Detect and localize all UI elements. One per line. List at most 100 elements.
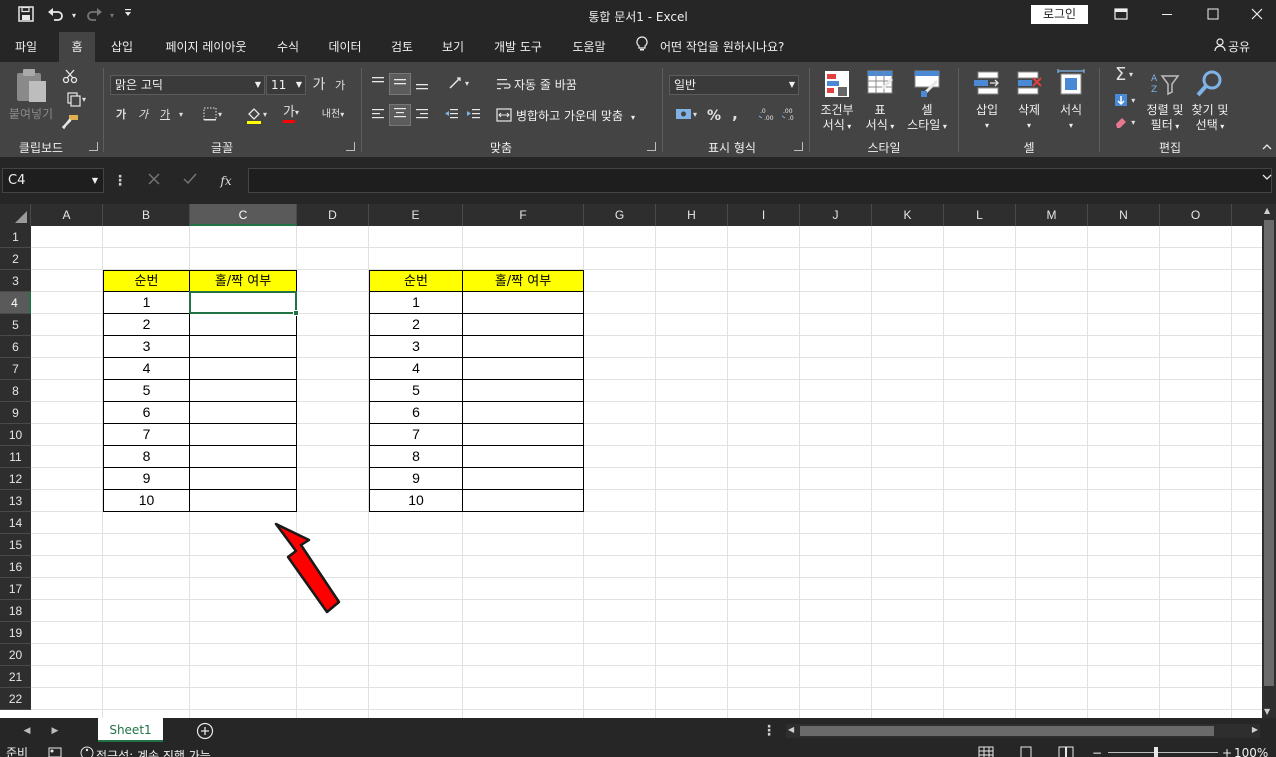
zoom-in-icon[interactable]: +	[1222, 746, 1232, 757]
bold-button[interactable]: 가	[114, 106, 128, 124]
increase-indent-icon[interactable]	[465, 106, 483, 128]
sequence-number-cell[interactable]: 1	[369, 292, 463, 314]
row-header[interactable]: 16	[0, 556, 31, 578]
sequence-number-cell[interactable]: 3	[369, 336, 463, 358]
accessibility-status[interactable]: 접근성: 계속 진행 가능	[80, 746, 211, 757]
shrink-font-button[interactable]: 가	[333, 77, 347, 95]
column-header[interactable]: O	[1160, 204, 1232, 226]
share-button[interactable]: 공유	[1214, 32, 1250, 62]
horizontal-scrollbar[interactable]: ◀ ▶	[786, 724, 1260, 738]
column-header[interactable]: E	[369, 204, 463, 226]
sequence-number-cell[interactable]: 6	[369, 402, 463, 424]
odd-even-result-cell[interactable]	[190, 424, 297, 446]
column-header[interactable]: C	[190, 204, 297, 226]
prev-sheet-icon[interactable]: ◀	[20, 722, 34, 740]
row-header[interactable]: 18	[0, 600, 31, 622]
row-header[interactable]: 8	[0, 380, 31, 402]
insert-function-button[interactable]: fx	[216, 172, 236, 190]
comma-style-button[interactable]: ,	[728, 105, 742, 123]
active-cell-selection[interactable]	[189, 291, 297, 314]
alignment-launcher-icon[interactable]	[647, 142, 656, 151]
font-size-dropdown[interactable]: 11 ▼	[266, 75, 306, 95]
page-layout-view-icon[interactable]	[1018, 746, 1036, 757]
tab-view[interactable]: 보기	[433, 32, 473, 62]
font-name-dropdown[interactable]: 맑은 고딕 ▼	[110, 75, 265, 95]
vertical-scrollbar[interactable]: ▲ ▼	[1262, 204, 1276, 718]
close-icon[interactable]	[1234, 0, 1276, 30]
column-header[interactable]: M	[1016, 204, 1088, 226]
delete-cells-button[interactable]: 삭제 ▾	[1008, 68, 1050, 133]
fill-handle[interactable]	[293, 310, 299, 316]
zoom-slider[interactable]	[1108, 752, 1218, 753]
sequence-number-cell[interactable]: 1	[103, 292, 190, 314]
row-header[interactable]: 3	[0, 270, 31, 292]
odd-even-result-cell[interactable]	[190, 446, 297, 468]
cell-styles-button[interactable]: 셀 스타일 ▾	[900, 68, 954, 134]
minimize-icon[interactable]	[1144, 0, 1190, 30]
odd-even-result-cell[interactable]	[463, 358, 584, 380]
tab-formulas[interactable]: 수식	[268, 32, 308, 62]
undo-icon[interactable]	[46, 6, 66, 26]
tab-split-handle-icon[interactable]: ⋮	[762, 722, 776, 740]
tab-home[interactable]: 홈	[59, 32, 95, 62]
odd-even-result-cell[interactable]	[463, 402, 584, 424]
percent-style-button[interactable]: %	[705, 107, 723, 125]
page-break-view-icon[interactable]	[1058, 746, 1076, 757]
odd-even-result-cell[interactable]	[190, 336, 297, 358]
tab-insert[interactable]: 삽입	[104, 32, 140, 62]
borders-icon[interactable]: ▾	[198, 106, 226, 128]
find-select-button[interactable]: 찾기 및 선택 ▾	[1188, 68, 1232, 134]
sequence-number-cell[interactable]: 8	[103, 446, 190, 468]
bottom-align-icon[interactable]	[413, 75, 431, 97]
align-left-icon[interactable]	[369, 106, 387, 128]
odd-even-result-cell[interactable]	[190, 380, 297, 402]
tab-file[interactable]: 파일	[4, 32, 48, 62]
name-box[interactable]: C4 ▼	[2, 168, 104, 193]
odd-even-result-cell[interactable]	[463, 468, 584, 490]
odd-even-result-cell[interactable]	[463, 292, 584, 314]
sort-filter-button[interactable]: AZ 정렬 및 필터 ▾	[1143, 68, 1187, 134]
sequence-number-cell[interactable]: 5	[369, 380, 463, 402]
macro-record-icon[interactable]	[48, 746, 64, 757]
scroll-left-icon[interactable]: ◀	[788, 725, 794, 734]
orientation-icon[interactable]: ▾	[443, 75, 473, 97]
odd-even-result-cell[interactable]	[190, 402, 297, 424]
sequence-number-cell[interactable]: 7	[103, 424, 190, 446]
horizontal-scroll-thumb[interactable]	[800, 726, 1214, 736]
sequence-number-cell[interactable]: 2	[103, 314, 190, 336]
formula-input[interactable]	[248, 168, 1272, 193]
decrease-decimal-icon[interactable]: .00.0	[780, 106, 800, 128]
normal-view-icon[interactable]	[978, 746, 996, 757]
select-all-button[interactable]	[0, 204, 31, 226]
sequence-number-cell[interactable]: 8	[369, 446, 463, 468]
format-painter-icon[interactable]	[61, 114, 79, 136]
column-header[interactable]: G	[584, 204, 656, 226]
row-header[interactable]: 2	[0, 248, 31, 270]
row-header[interactable]: 12	[0, 468, 31, 490]
cut-icon[interactable]	[61, 68, 79, 90]
login-button[interactable]: 로그인	[1031, 5, 1088, 24]
column-header[interactable]: D	[297, 204, 369, 226]
sequence-number-cell[interactable]: 3	[103, 336, 190, 358]
scroll-right-icon[interactable]: ▶	[1252, 725, 1258, 734]
zoom-out-icon[interactable]: −	[1092, 746, 1102, 757]
phonetic-button[interactable]: 내천▾	[318, 106, 348, 124]
row-header[interactable]: 17	[0, 578, 31, 600]
number-format-dropdown[interactable]: 일반 ▼	[669, 75, 799, 95]
odd-even-result-cell[interactable]	[190, 490, 297, 512]
tab-developer[interactable]: 개발 도구	[484, 32, 552, 62]
column-header[interactable]: A	[31, 204, 103, 226]
row-header[interactable]: 4	[0, 292, 31, 314]
vertical-scroll-thumb[interactable]	[1264, 220, 1274, 686]
underline-dropdown-icon[interactable]: ▾	[176, 106, 186, 124]
collapse-ribbon-icon[interactable]	[1260, 140, 1274, 158]
row-header[interactable]: 14	[0, 512, 31, 534]
row-header[interactable]: 20	[0, 644, 31, 666]
zoom-level[interactable]: 100%	[1234, 746, 1268, 757]
sequence-number-cell[interactable]: 10	[103, 490, 190, 512]
tab-page-layout[interactable]: 페이지 레이아웃	[154, 32, 258, 62]
odd-even-result-cell[interactable]	[463, 490, 584, 512]
column-header[interactable]: N	[1088, 204, 1160, 226]
row-header[interactable]: 19	[0, 622, 31, 644]
sequence-number-cell[interactable]: 6	[103, 402, 190, 424]
